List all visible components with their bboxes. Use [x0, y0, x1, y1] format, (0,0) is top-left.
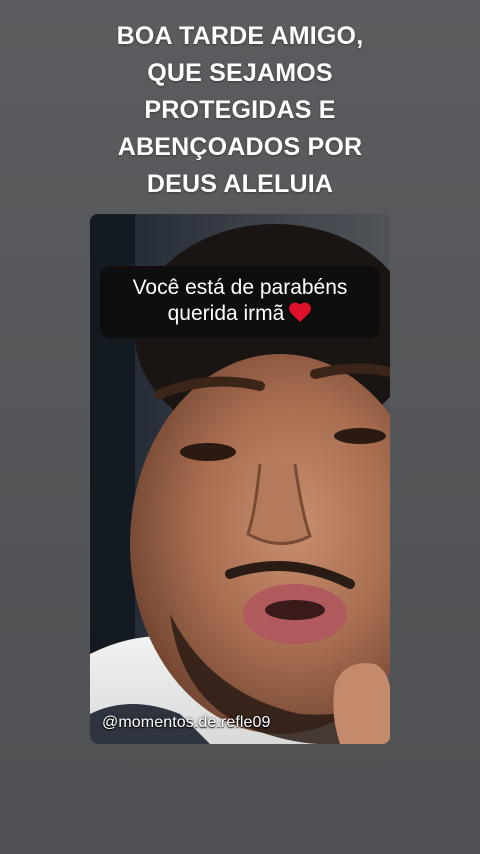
- video-player[interactable]: Você está de parabéns querida irmã @mome…: [90, 214, 390, 744]
- headline-line-1: BOA TARDE AMIGO,: [116, 22, 364, 50]
- caption-line-2-text: querida irmã: [167, 302, 285, 325]
- headline-text: BOA TARDE AMIGO, QUE SEJAMOS PROTEGIDAS …: [40, 18, 440, 203]
- headline-line-2: QUE SEJAMOS: [147, 59, 333, 87]
- caption-line-1: Você está de parabéns: [132, 276, 348, 299]
- headline-line-4: ABENÇOADOS POR: [117, 133, 363, 161]
- red-heart-icon: [289, 302, 312, 322]
- story-screen: BOA TARDE AMIGO, QUE SEJAMOS PROTEGIDAS …: [0, 0, 480, 854]
- caption-line-2: querida irmã: [108, 301, 372, 327]
- headline-line-5: DEUS ALELUIA: [146, 170, 334, 198]
- caption-box: Você está de parabéns querida irmã: [100, 266, 380, 338]
- watermark-username: @momentos.de.refle09: [102, 714, 271, 731]
- headline-line-3: PROTEGIDAS E: [144, 96, 336, 124]
